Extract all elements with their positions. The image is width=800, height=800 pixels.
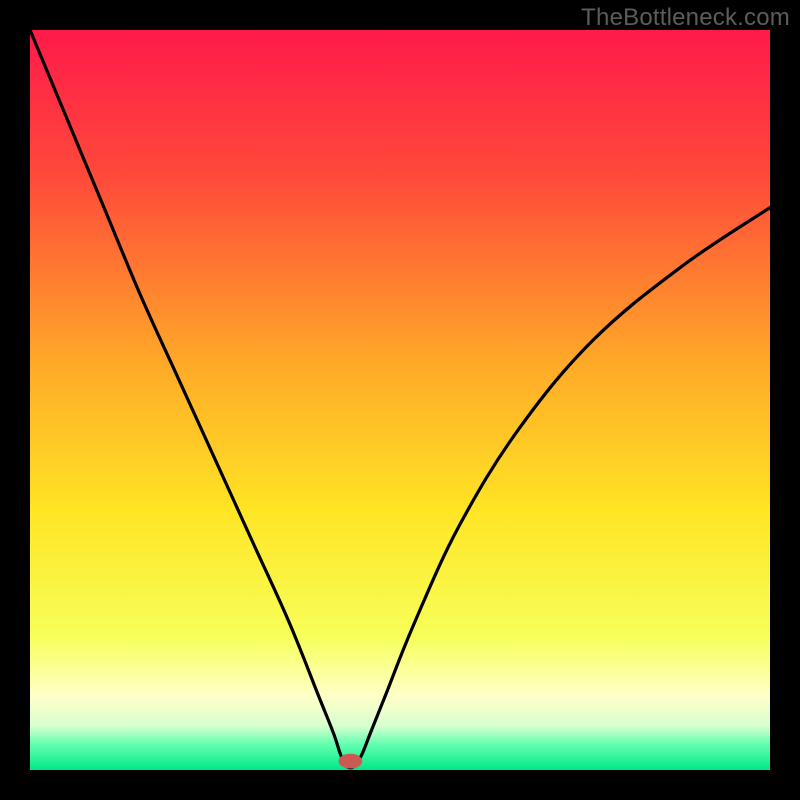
minimum-marker bbox=[339, 754, 363, 769]
plot-area bbox=[30, 30, 770, 770]
chart-frame: TheBottleneck.com bbox=[0, 0, 800, 800]
chart-svg bbox=[30, 30, 770, 770]
watermark-text: TheBottleneck.com bbox=[581, 4, 790, 32]
